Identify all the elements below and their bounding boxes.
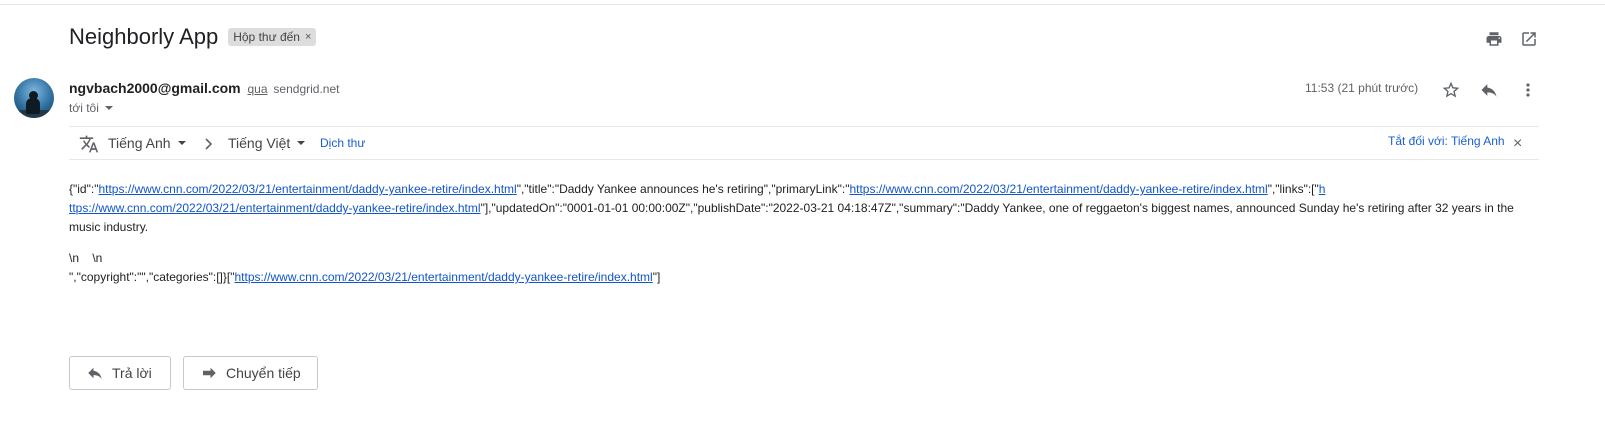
body-tail: ","copyright":"","categories":[]}["https… xyxy=(69,270,660,284)
translate-message-link[interactable]: Dịch thư xyxy=(320,136,365,150)
reply-button-label: Trả lời xyxy=(112,365,152,381)
chevron-down-icon xyxy=(297,141,306,145)
recipient-details-toggle[interactable]: tới tôi xyxy=(69,101,113,115)
translate-icon xyxy=(79,134,99,159)
sender-line: ngvbach2000@gmail.com qua sendgrid.net xyxy=(69,80,339,96)
raw-newlines: \n \n xyxy=(69,251,103,265)
primary-link[interactable]: https://www.cnn.com/2022/03/21/entertain… xyxy=(849,182,1267,196)
email-subject-row: Neighborly App Hộp thư đến × xyxy=(69,24,317,50)
more-vert-icon[interactable] xyxy=(1517,79,1539,101)
via-domain: sendgrid.net xyxy=(273,82,340,96)
body-text-part: ","title":"Daddy Yankee announces he's r… xyxy=(516,182,850,196)
print-icon[interactable] xyxy=(1483,28,1505,50)
sender-email[interactable]: ngvbach2000@gmail.com xyxy=(69,80,241,96)
source-language-select[interactable]: Tiếng Anh xyxy=(108,135,186,151)
translate-bar: Tiếng Anh Tiếng Việt Dịch thư Tắt đối vớ… xyxy=(69,126,1539,160)
email-subject: Neighborly App xyxy=(69,24,219,49)
links-link-end[interactable]: ttps://www.cnn.com/2022/03/21/entertainm… xyxy=(69,201,481,215)
forward-icon xyxy=(203,367,216,379)
reply-icon xyxy=(88,367,102,379)
remove-label-button[interactable]: × xyxy=(305,30,311,44)
via-link[interactable]: qua xyxy=(248,82,268,96)
inbox-label-chip: Hộp thư đến × xyxy=(228,28,317,46)
open-in-new-window-icon[interactable] xyxy=(1518,28,1540,50)
email-body: {"id":"https://www.cnn.com/2022/03/21/en… xyxy=(69,180,1537,237)
target-language-label: Tiếng Việt xyxy=(228,135,291,151)
chevron-down-icon xyxy=(104,106,113,110)
chevron-down-icon xyxy=(177,141,186,145)
source-language-label: Tiếng Anh xyxy=(108,135,171,151)
recipient-text: tới tôi xyxy=(69,101,99,115)
top-divider xyxy=(0,4,1605,5)
body-text-part: {"id":" xyxy=(69,182,99,196)
body-text-part: "] xyxy=(652,270,661,284)
article-link[interactable]: https://www.cnn.com/2022/03/21/entertain… xyxy=(98,182,516,196)
forward-button[interactable]: Chuyển tiếp xyxy=(183,356,318,390)
chevron-right-icon xyxy=(204,137,214,155)
reply-icon[interactable] xyxy=(1478,79,1500,101)
tail-link[interactable]: https://www.cnn.com/2022/03/21/entertain… xyxy=(234,270,652,284)
inbox-label-text: Hộp thư đến xyxy=(233,30,300,44)
reply-button[interactable]: Trả lời xyxy=(69,356,171,390)
body-text-part: ","copyright":"","categories":[]}[" xyxy=(69,270,235,284)
close-translate-bar-button[interactable]: × xyxy=(1513,135,1522,153)
body-text-part: ","links":[" xyxy=(1267,182,1319,196)
forward-button-label: Chuyển tiếp xyxy=(226,365,301,381)
turn-off-translation-link[interactable]: Tắt đối với: Tiếng Anh xyxy=(1388,134,1505,148)
links-link-start[interactable]: h xyxy=(1319,182,1326,196)
email-timestamp: 11:53 (21 phút trước) xyxy=(1305,81,1419,95)
star-icon[interactable] xyxy=(1440,79,1462,101)
sender-avatar[interactable] xyxy=(14,78,54,118)
target-language-select[interactable]: Tiếng Việt xyxy=(228,135,306,151)
avatar-figure xyxy=(26,98,40,114)
